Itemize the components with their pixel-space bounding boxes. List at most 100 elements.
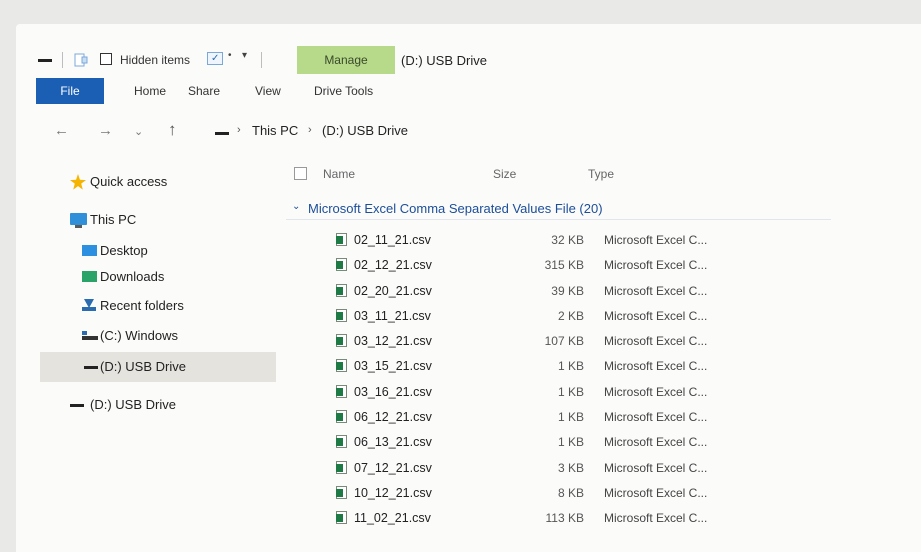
nav-d-drive[interactable]: (D:) USB Drive <box>40 392 276 418</box>
file-name: 06_13_21.csv <box>354 435 432 450</box>
recent-folders-icon <box>82 299 96 311</box>
excel-csv-file-icon <box>336 485 347 499</box>
group-header[interactable]: ⌄ Microsoft Excel Comma Separated Values… <box>286 198 831 220</box>
file-size: 1 KB <box>557 384 584 399</box>
nav-downloads[interactable]: Downloads <box>40 264 276 284</box>
hidden-items-label: Hidden items <box>120 53 191 67</box>
file-row[interactable]: 02_12_21.csv 315 KB Microsoft Excel C... <box>286 253 846 278</box>
up-arrow-icon[interactable]: ↑ <box>168 120 177 140</box>
excel-csv-file-icon <box>336 359 347 373</box>
nav-recent-folders[interactable]: Recent folders <box>40 293 276 319</box>
file-explorer-window: Hidden items ✓ • ▾ Manage (D:) USB Drive… <box>16 24 921 552</box>
file-size: 315 KB <box>544 258 584 273</box>
back-arrow-icon[interactable]: ← <box>54 122 69 139</box>
recent-locations-chevron-icon[interactable]: ⌄ <box>134 125 143 138</box>
file-row[interactable]: 03_16_21.csv 1 KB Microsoft Excel C... <box>286 380 846 405</box>
file-list: Name Size Type ⌄ Microsoft Excel Comma S… <box>286 162 846 552</box>
star-icon <box>70 174 86 190</box>
toolbar-divider <box>261 52 262 68</box>
file-size: 1 KB <box>557 410 584 425</box>
excel-csv-file-icon <box>336 283 347 297</box>
tab-share[interactable]: Share <box>188 78 220 104</box>
customize-toolbar-dropdown-icon[interactable]: ▾ <box>242 50 247 61</box>
nav-d-drive-label: (D:) USB Drive <box>90 397 176 412</box>
excel-csv-file-icon <box>336 460 347 474</box>
column-size[interactable]: Size <box>493 167 516 181</box>
excel-csv-file-icon <box>336 435 347 449</box>
file-size: 32 KB <box>551 233 584 247</box>
nav-quick-access-label: Quick access <box>90 174 168 189</box>
file-name: 02_11_21.csv <box>354 233 431 247</box>
excel-csv-file-icon <box>336 233 347 246</box>
file-size: 2 KB <box>557 308 584 323</box>
file-type: Microsoft Excel C... <box>604 511 708 526</box>
chevron-down-icon[interactable]: ⌄ <box>292 201 300 212</box>
column-type[interactable]: Type <box>588 167 614 181</box>
file-type: Microsoft Excel C... <box>604 308 708 323</box>
file-row[interactable]: 06_12_21.csv 1 KB Microsoft Excel C... <box>286 405 846 430</box>
file-name: 10_12_21.csv <box>354 485 432 500</box>
nav-quick-access[interactable]: Quick access <box>40 169 276 195</box>
manage-contextual-tab[interactable]: Manage <box>297 46 395 74</box>
title-bar: Hidden items ✓ • ▾ Manage (D:) USB Drive <box>16 46 921 74</box>
file-type: Microsoft Excel C... <box>604 485 708 500</box>
file-type: Microsoft Excel C... <box>604 435 708 450</box>
tab-home[interactable]: Home <box>134 78 166 104</box>
tab-view[interactable]: View <box>255 78 281 104</box>
properties-icon[interactable] <box>74 53 88 67</box>
file-type: Microsoft Excel C... <box>604 258 708 273</box>
hidden-items-checkbox[interactable] <box>100 53 112 65</box>
file-name: 11_02_21.csv <box>354 511 431 526</box>
dropdown-dot-icon[interactable]: • <box>228 50 232 61</box>
file-row[interactable]: 03_11_21.csv 2 KB Microsoft Excel C... <box>286 304 846 329</box>
breadcrumb-usb-drive[interactable]: (D:) USB Drive <box>322 123 408 138</box>
excel-csv-file-icon <box>336 511 347 525</box>
file-row[interactable]: 06_13_21.csv 1 KB Microsoft Excel C... <box>286 430 846 455</box>
nav-desktop[interactable]: Desktop <box>40 238 276 264</box>
file-size: 8 KB <box>557 485 584 500</box>
file-type: Microsoft Excel C... <box>604 384 708 399</box>
file-name: 03_16_21.csv <box>354 384 432 399</box>
file-row[interactable]: 07_12_21.csv 3 KB Microsoft Excel C... <box>286 456 846 481</box>
nav-d-drive-selected[interactable]: (D:) USB Drive <box>40 352 276 382</box>
nav-c-drive-label: (C:) Windows <box>100 328 179 343</box>
breadcrumb-this-pc[interactable]: This PC <box>252 123 298 138</box>
file-name: 03_15_21.csv <box>354 359 432 374</box>
desktop-folder-icon <box>82 245 97 256</box>
breadcrumb-separator-icon[interactable]: › <box>308 124 312 136</box>
ribbon-tabs: File Home Share View Drive Tools <box>36 78 916 104</box>
file-row[interactable]: 03_12_21.csv 107 KB Microsoft Excel C... <box>286 329 846 354</box>
file-row[interactable]: 10_12_21.csv 8 KB Microsoft Excel C... <box>286 481 846 506</box>
forward-arrow-icon[interactable]: → <box>98 122 113 139</box>
nav-this-pc[interactable]: This PC <box>40 207 276 233</box>
select-all-checkbox[interactable] <box>294 167 307 180</box>
file-name: 03_11_21.csv <box>354 308 431 323</box>
file-name: 07_12_21.csv <box>354 460 432 475</box>
tab-drive-tools[interactable]: Drive Tools <box>314 78 373 104</box>
checkbox-toggle-icon[interactable]: ✓ <box>207 52 223 65</box>
window-title: (D:) USB Drive <box>401 53 487 68</box>
drive-icon <box>38 59 52 62</box>
file-size: 113 KB <box>545 511 584 526</box>
tab-file[interactable]: File <box>36 78 104 104</box>
excel-csv-file-icon <box>336 334 347 348</box>
file-name: 03_12_21.csv <box>354 334 432 349</box>
column-name[interactable]: Name <box>323 167 355 181</box>
excel-csv-file-icon <box>336 258 347 272</box>
file-row[interactable]: 02_20_21.csv 39 KB Microsoft Excel C... <box>286 279 846 304</box>
file-size: 107 KB <box>544 334 584 349</box>
file-type: Microsoft Excel C... <box>604 334 708 349</box>
file-row[interactable]: 03_15_21.csv 1 KB Microsoft Excel C... <box>286 354 846 379</box>
file-row[interactable]: 11_02_21.csv 113 KB Microsoft Excel C... <box>286 506 846 531</box>
breadcrumb-separator-icon[interactable]: › <box>237 124 241 136</box>
file-row[interactable]: 02_11_21.csv 32 KB Microsoft Excel C... <box>286 228 846 253</box>
nav-this-pc-label: This PC <box>90 212 137 227</box>
file-name: 02_20_21.csv <box>354 283 432 298</box>
nav-c-drive[interactable]: (C:) Windows <box>40 323 276 349</box>
nav-desktop-label: Desktop <box>100 243 148 258</box>
navigation-pane: Quick access This PC Desktop Downloads R… <box>40 164 280 464</box>
file-type: Microsoft Excel C... <box>604 460 708 475</box>
file-type: Microsoft Excel C... <box>604 233 708 247</box>
usb-drive-icon <box>84 366 98 369</box>
windows-drive-icon <box>82 331 98 341</box>
